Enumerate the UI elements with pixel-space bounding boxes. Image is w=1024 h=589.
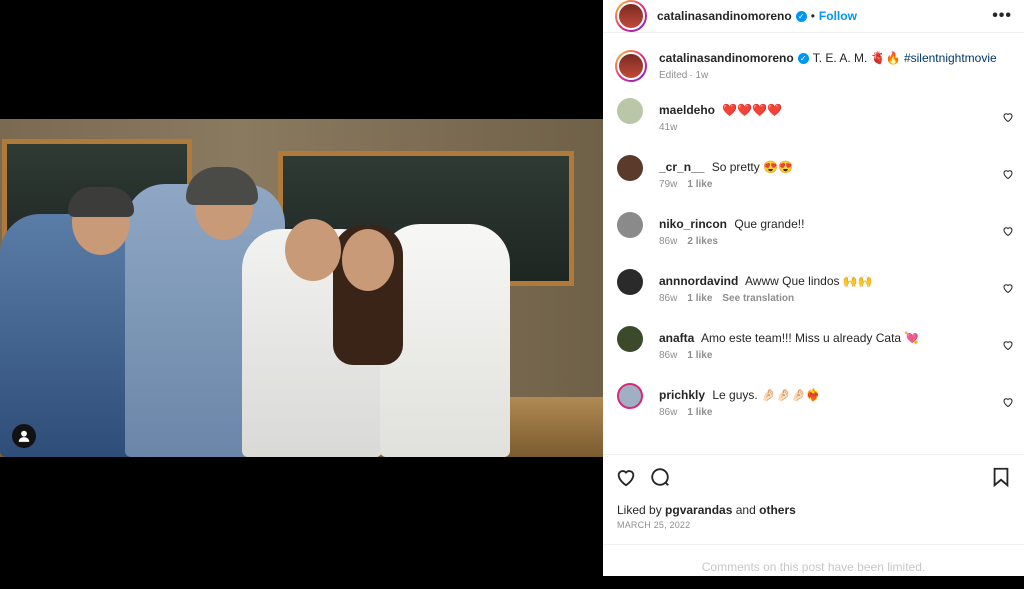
- bookmark-icon[interactable]: [990, 466, 1012, 488]
- comment-meta: 86w 1 like: [659, 407, 821, 418]
- heart-icon[interactable]: [615, 466, 637, 488]
- comment-likes[interactable]: 1 like: [687, 293, 712, 304]
- comment-body: Amo este team!!! Miss u already Cata 💘: [701, 331, 920, 345]
- comment-body: ❤️❤️❤️❤️: [722, 103, 783, 117]
- comment-icon[interactable]: [649, 466, 671, 488]
- comment-time[interactable]: 79w: [659, 179, 677, 190]
- action-bar: [603, 455, 1024, 499]
- comment-avatar[interactable]: [617, 269, 643, 295]
- post-actions: Liked by pgvarandas and others MARCH 25,…: [603, 454, 1024, 545]
- comment-like-heart-icon[interactable]: [1002, 395, 1014, 408]
- comment-row: niko_rincon Que grande!! 86w 2 likes: [603, 212, 1024, 273]
- comment-time[interactable]: 86w: [659, 350, 677, 361]
- caption-hashtag[interactable]: #silentnightmovie: [904, 51, 997, 65]
- caption-username[interactable]: catalinasandinomoreno: [659, 51, 794, 65]
- comment-row: _cr_n__ So pretty 😍😍 79w 1 like: [603, 155, 1024, 216]
- comments-list[interactable]: catalinasandinomoreno ✓ T. E. A. M. 🫀🔥 #si…: [603, 40, 1024, 454]
- caption-avatar[interactable]: [615, 50, 647, 82]
- more-options-icon[interactable]: •••: [992, 7, 1012, 25]
- post-header: catalinasandinomoreno ✓ • Follow •••: [603, 0, 1024, 33]
- comment-text: _cr_n__ So pretty 😍😍: [659, 159, 793, 175]
- comment-username[interactable]: _cr_n__: [659, 160, 704, 174]
- comment-body: So pretty 😍😍: [711, 160, 793, 174]
- comment-meta: 86w 1 like: [659, 350, 919, 361]
- comment-meta: 86w 2 likes: [659, 236, 804, 247]
- comment-username[interactable]: prichkly: [659, 388, 705, 402]
- comment-username[interactable]: niko_rincon: [659, 217, 727, 231]
- comment-like-heart-icon[interactable]: [1002, 167, 1014, 180]
- comment-meta: 86w 1 like See translation: [659, 293, 873, 304]
- caption-text: catalinasandinomoreno ✓ T. E. A. M. 🫀🔥 #si…: [659, 50, 997, 66]
- comment-row: anafta Amo este team!!! Miss u already C…: [603, 326, 1024, 387]
- comment-body: Que grande!!: [734, 217, 805, 231]
- comment-avatar[interactable]: [617, 212, 643, 238]
- caption-time[interactable]: · 1w: [689, 70, 708, 81]
- comment-likes[interactable]: 1 like: [687, 350, 712, 361]
- comment-row: annnordavind Awww Que lindos 🙌🙌 86w 1 like…: [603, 269, 1024, 330]
- comment-like-heart-icon[interactable]: [1002, 281, 1014, 294]
- liked-by: Liked by pgvarandas and others: [603, 503, 1024, 517]
- comment-like-heart-icon[interactable]: [1002, 338, 1014, 351]
- verified-icon: ✓: [797, 53, 809, 65]
- comment-like-heart-icon[interactable]: [1002, 224, 1014, 237]
- post-media: [0, 0, 603, 576]
- comment-avatar[interactable]: [617, 326, 643, 352]
- caption: catalinasandinomoreno ✓ T. E. A. M. 🫀🔥 #si…: [603, 40, 1024, 102]
- comment-row: maeldeho ❤️❤️❤️❤️ 41w: [603, 98, 1024, 159]
- edited-label: Edited: [659, 70, 688, 81]
- comment-username[interactable]: annnordavind: [659, 274, 738, 288]
- comment-text: anafta Amo este team!!! Miss u already C…: [659, 330, 919, 346]
- liked-by-and: and: [735, 503, 756, 517]
- user-tag-icon[interactable]: [12, 424, 36, 448]
- liked-by-prefix: Liked by: [617, 503, 662, 517]
- comment-likes[interactable]: 2 likes: [687, 236, 718, 247]
- comment-avatar[interactable]: [617, 98, 643, 124]
- comment-likes[interactable]: 1 like: [687, 407, 712, 418]
- see-translation-link[interactable]: See translation: [722, 293, 794, 304]
- comment-text: niko_rincon Que grande!!: [659, 216, 804, 232]
- comment-like-heart-icon[interactable]: [1002, 110, 1014, 123]
- comment-meta: 79w 1 like: [659, 179, 793, 190]
- comment-username[interactable]: maeldeho: [659, 103, 715, 117]
- photo-cap: [68, 187, 134, 217]
- comment-text: prichkly Le guys. 🤌🏻🤌🏻🤌🏻❤️‍🔥: [659, 387, 821, 403]
- comment-avatar[interactable]: [617, 155, 643, 181]
- comment-body: Awww Que lindos 🙌🙌: [745, 274, 873, 288]
- comment-text: maeldeho ❤️❤️❤️❤️: [659, 102, 782, 118]
- verified-icon: ✓: [795, 10, 807, 22]
- author-avatar[interactable]: [615, 0, 647, 32]
- post-date[interactable]: MARCH 25, 2022: [603, 517, 1024, 533]
- follow-button[interactable]: Follow: [819, 9, 857, 23]
- author-username[interactable]: catalinasandinomoreno: [657, 9, 792, 23]
- post-photo[interactable]: [0, 119, 603, 457]
- comment-time[interactable]: 86w: [659, 293, 677, 304]
- comment-time[interactable]: 86w: [659, 236, 677, 247]
- separator-dot: •: [810, 9, 815, 23]
- photo-head-4: [342, 229, 394, 291]
- comment-username[interactable]: anafta: [659, 331, 694, 345]
- comments-limited-notice: Comments on this post have been limited.: [603, 544, 1024, 577]
- comment-text: annnordavind Awww Que lindos 🙌🙌: [659, 273, 873, 289]
- post-side-panel: catalinasandinomoreno ✓ • Follow ••• cat…: [603, 0, 1024, 576]
- comment-likes[interactable]: 1 like: [687, 179, 712, 190]
- photo-head-3: [285, 219, 341, 281]
- liked-by-user[interactable]: pgvarandas: [665, 503, 732, 517]
- caption-meta: Edited · 1w: [659, 70, 997, 81]
- comment-time[interactable]: 86w: [659, 407, 677, 418]
- comment-meta: 41w: [659, 122, 782, 133]
- comment-time[interactable]: 41w: [659, 122, 677, 133]
- comment-avatar[interactable]: [617, 383, 643, 409]
- liked-by-others[interactable]: others: [759, 503, 796, 517]
- caption-body: T. E. A. M. 🫀🔥: [812, 51, 901, 65]
- comment-body: Le guys. 🤌🏻🤌🏻🤌🏻❤️‍🔥: [712, 388, 821, 402]
- comment-row: prichkly Le guys. 🤌🏻🤌🏻🤌🏻❤️‍🔥 86w 1 like: [603, 383, 1024, 444]
